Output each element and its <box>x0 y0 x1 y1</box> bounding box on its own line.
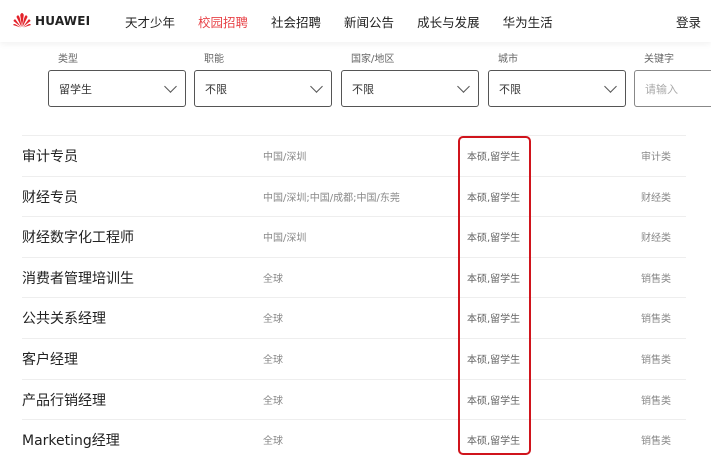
logo-text: HUAWEI <box>35 13 91 28</box>
select-value: 不限 <box>205 82 227 96</box>
type-select[interactable]: 留学生 <box>48 70 186 107</box>
job-location: 中国/深圳 <box>263 233 307 245</box>
job-row[interactable]: 财经数字化工程师 中国/深圳 本硕,留学生 财经类 <box>22 216 686 257</box>
job-category: 财经类 <box>641 192 671 204</box>
filter-type: 类型 留学生 <box>48 50 186 107</box>
select-value: 不限 <box>352 82 374 96</box>
job-name[interactable]: 消费者管理培训生 <box>22 268 134 288</box>
country-select[interactable]: 不限 <box>341 70 479 107</box>
job-name[interactable]: Marketing经理 <box>22 430 120 450</box>
job-row[interactable]: 消费者管理培训生 全球 本硕,留学生 销售类 <box>22 256 686 298</box>
chevron-down-icon <box>604 79 617 93</box>
function-select[interactable]: 不限 <box>194 70 332 107</box>
job-name[interactable]: 公共关系经理 <box>22 308 106 328</box>
job-name[interactable]: 财经数字化工程师 <box>22 227 134 247</box>
job-row[interactable]: 公共关系经理 全球 本硕,留学生 销售类 <box>22 297 686 338</box>
job-row[interactable]: 客户经理 全球 本硕,留学生 销售类 <box>22 338 686 379</box>
job-row[interactable]: 审计专员 中国/深圳 本硕,留学生 审计类 <box>22 135 686 176</box>
city-select[interactable]: 不限 <box>488 70 626 107</box>
job-category: 销售类 <box>641 314 671 326</box>
huawei-flower-icon <box>13 13 31 28</box>
job-row[interactable]: 产品行销经理 全球 本硕,留学生 销售类 <box>22 378 686 420</box>
nav-item-social[interactable]: 社会招聘 <box>271 12 321 31</box>
top-nav-bar: HUAWEI 天才少年 校园招聘 社会招聘 新闻公告 成长与发展 华为生活 登录 <box>0 0 711 42</box>
filter-keyword: 关键字 请输入 <box>634 50 711 107</box>
chevron-down-icon <box>457 79 470 93</box>
job-category: 销售类 <box>641 436 671 448</box>
filter-label: 城市 <box>498 54 518 65</box>
select-value: 留学生 <box>59 82 92 96</box>
job-name[interactable]: 财经专员 <box>22 187 78 207</box>
job-name[interactable]: 客户经理 <box>22 349 78 369</box>
nav-item-news[interactable]: 新闻公告 <box>344 12 394 31</box>
job-row[interactable]: 财经专员 中国/深圳;中国/成都;中国/东莞 本硕,留学生 财经类 <box>22 175 686 217</box>
job-row[interactable]: Marketing经理 全球 本硕,留学生 销售类 <box>22 419 686 460</box>
chevron-down-icon <box>310 79 323 93</box>
job-name[interactable]: 产品行销经理 <box>22 390 106 410</box>
job-location: 全球 <box>263 314 283 326</box>
chevron-down-icon <box>164 79 177 93</box>
highlight-box <box>458 136 531 455</box>
filter-city: 城市 不限 <box>488 50 626 107</box>
nav-item-campus[interactable]: 校园招聘 <box>198 12 248 31</box>
select-value: 不限 <box>499 82 521 96</box>
job-location: 中国/深圳 <box>263 152 307 163</box>
nav-item-growth[interactable]: 成长与发展 <box>417 12 480 31</box>
job-category: 销售类 <box>641 355 671 366</box>
job-location: 全球 <box>263 273 283 285</box>
keyword-input[interactable]: 请输入 <box>634 70 711 107</box>
nav-item-genius-youth[interactable]: 天才少年 <box>125 12 175 31</box>
filter-label: 类型 <box>58 54 78 65</box>
huawei-logo[interactable]: HUAWEI <box>13 13 90 28</box>
job-location: 全球 <box>263 355 283 366</box>
login-link[interactable]: 登录 <box>676 12 701 31</box>
job-location: 中国/深圳;中国/成都;中国/东莞 <box>263 192 400 204</box>
main-nav: 天才少年 校园招聘 社会招聘 新闻公告 成长与发展 华为生活 <box>125 12 576 31</box>
filter-function: 职能 不限 <box>194 50 332 107</box>
job-location: 全球 <box>263 395 283 407</box>
filter-label: 职能 <box>204 54 224 65</box>
filter-country: 国家/地区 不限 <box>341 50 479 107</box>
job-category: 销售类 <box>641 273 671 285</box>
job-category: 财经类 <box>641 233 671 245</box>
keyword-placeholder: 请输入 <box>645 82 678 96</box>
filter-label: 关键字 <box>644 54 674 65</box>
job-name[interactable]: 审计专员 <box>22 146 78 166</box>
job-category: 审计类 <box>641 152 671 163</box>
nav-item-life[interactable]: 华为生活 <box>503 12 553 31</box>
filter-label: 国家/地区 <box>351 54 395 65</box>
job-location: 全球 <box>263 436 283 448</box>
job-category: 销售类 <box>641 395 671 407</box>
